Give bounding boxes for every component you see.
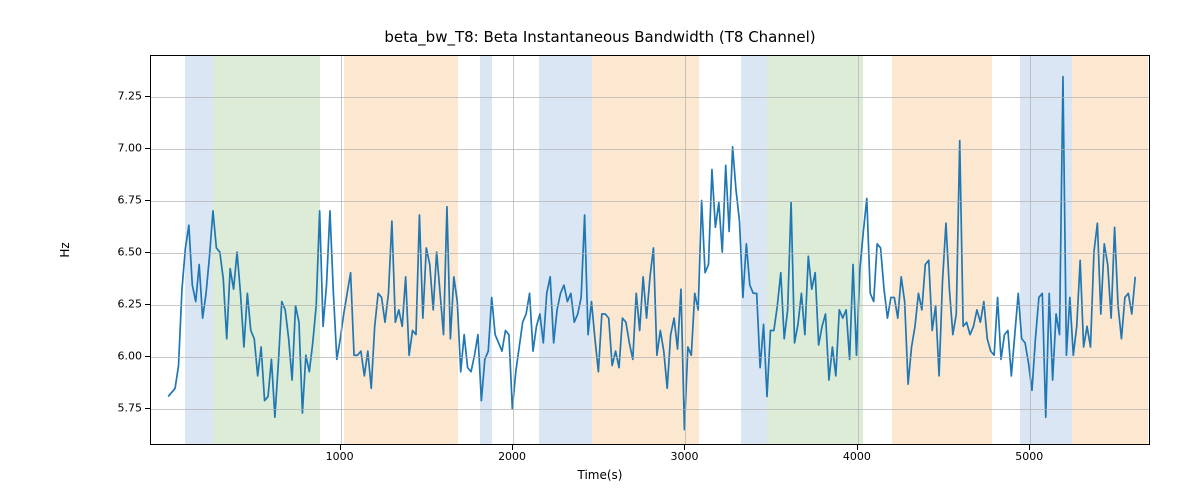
grid-line-vertical: [513, 56, 514, 444]
y-axis-label: Hz: [58, 242, 72, 257]
y-tick: [145, 96, 150, 97]
grid-line-vertical: [685, 56, 686, 444]
grid-line-vertical: [341, 56, 342, 444]
grid-line-horizontal: [151, 305, 1149, 306]
x-tick-label: 4000: [843, 450, 871, 463]
grid-line-horizontal: [151, 201, 1149, 202]
y-tick: [145, 200, 150, 201]
y-tick-label: 6.75: [102, 194, 142, 207]
y-tick-label: 7.00: [102, 142, 142, 155]
plot-area: [150, 55, 1150, 445]
y-tick-label: 5.75: [102, 401, 142, 414]
figure: beta_bw_T8: Beta Instantaneous Bandwidth…: [0, 0, 1200, 500]
y-tick: [145, 304, 150, 305]
grid-line-vertical: [858, 56, 859, 444]
x-tick-label: 2000: [498, 450, 526, 463]
line-series: [151, 56, 1149, 444]
x-axis-label: Time(s): [0, 468, 1200, 482]
y-tick-label: 6.00: [102, 349, 142, 362]
grid-line-horizontal: [151, 97, 1149, 98]
y-tick: [145, 408, 150, 409]
grid-line-horizontal: [151, 357, 1149, 358]
y-tick: [145, 148, 150, 149]
x-tick-label: 1000: [326, 450, 354, 463]
y-tick: [145, 356, 150, 357]
y-tick-label: 6.50: [102, 246, 142, 259]
grid-line-horizontal: [151, 409, 1149, 410]
grid-line-vertical: [1030, 56, 1031, 444]
x-tick-label: 5000: [1015, 450, 1043, 463]
chart-title: beta_bw_T8: Beta Instantaneous Bandwidth…: [0, 28, 1200, 46]
x-tick-label: 3000: [670, 450, 698, 463]
grid-line-horizontal: [151, 253, 1149, 254]
y-tick-label: 7.25: [102, 90, 142, 103]
grid-line-horizontal: [151, 149, 1149, 150]
y-tick: [145, 252, 150, 253]
y-tick-label: 6.25: [102, 297, 142, 310]
